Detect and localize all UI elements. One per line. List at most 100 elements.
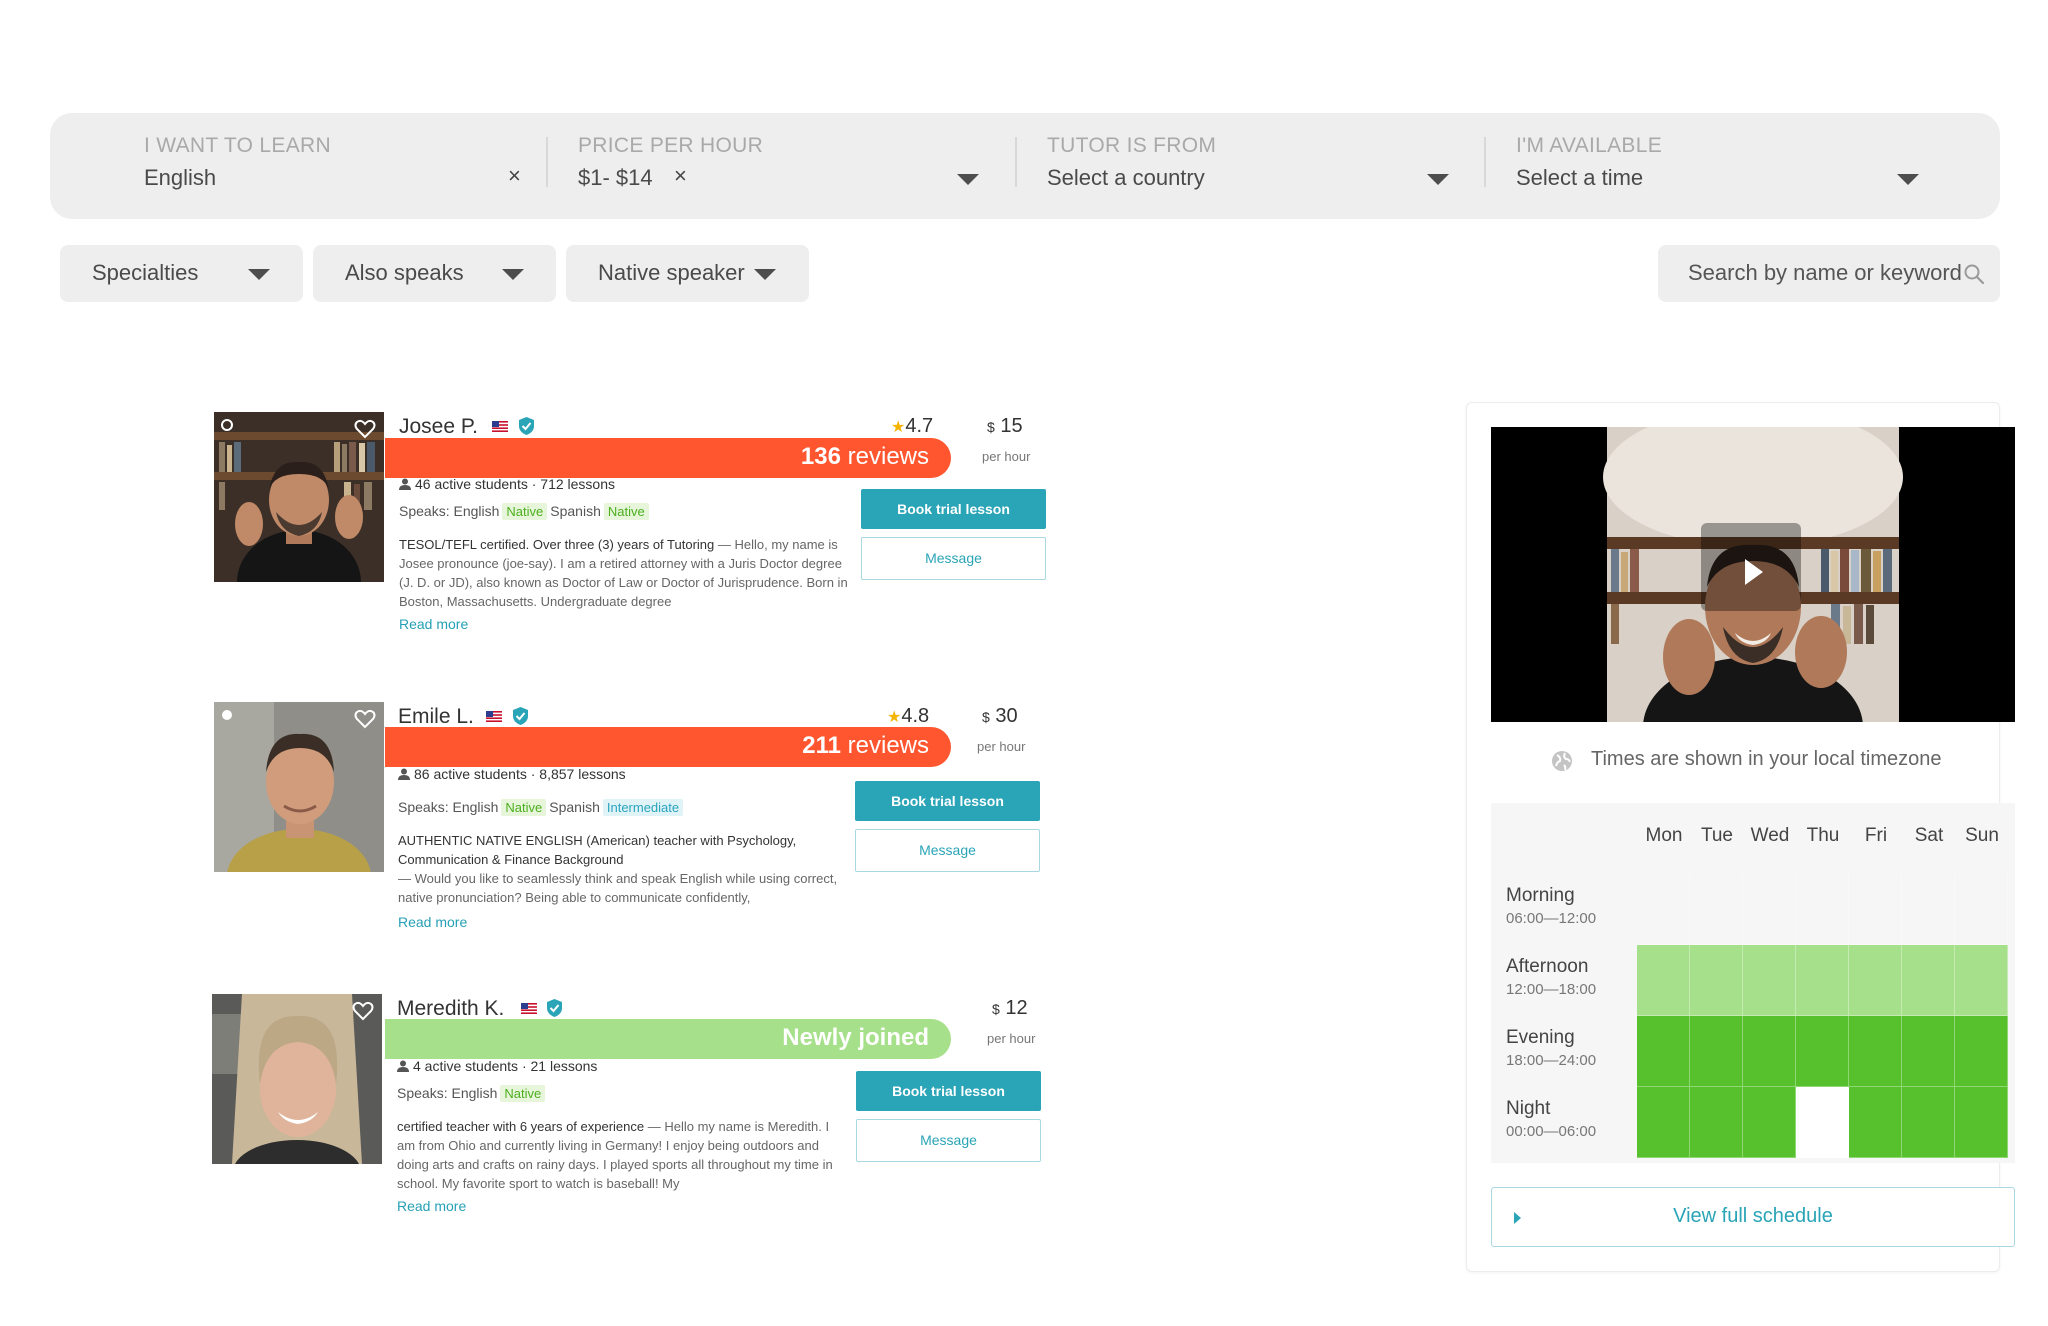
us-flag-icon (492, 421, 508, 432)
native-speaker-label: Native speaker (598, 260, 745, 285)
us-flag-icon (521, 1003, 537, 1014)
globe-icon (1552, 751, 1572, 771)
read-more-link[interactable]: Read more (399, 616, 468, 632)
tutor-photo[interactable] (214, 702, 384, 872)
per-hour-label: per hour (977, 739, 1026, 754)
availability-cell (1690, 1016, 1743, 1087)
favorite-heart-icon[interactable] (354, 419, 376, 439)
tutor-name[interactable]: Meredith K. (397, 997, 504, 1021)
per-hour-label: per hour (987, 1031, 1036, 1046)
speaks-languages: Speaks: English Native Spanish Intermediate (398, 799, 686, 816)
filter-bar: I WANT TO LEARN English × PRICE PER HOUR… (50, 113, 2000, 219)
availability-filter[interactable]: I'M AVAILABLE Select a time (1486, 113, 1956, 219)
day-header: Sun (1965, 825, 1999, 846)
read-more-link[interactable]: Read more (398, 914, 467, 930)
message-button[interactable]: Message (861, 537, 1046, 580)
clear-price-icon[interactable]: × (674, 163, 687, 189)
day-header: Sat (1914, 825, 1944, 846)
play-icon[interactable] (1743, 557, 1765, 587)
search-input[interactable]: Search by name or keyword (1658, 245, 2000, 302)
price-filter-value[interactable]: $1- $14 (578, 165, 653, 191)
availability-cell (1849, 945, 1902, 1016)
price: $ 15 (987, 415, 1023, 437)
specialties-dropdown[interactable]: Specialties (60, 245, 303, 302)
price: $ 12 (992, 997, 1028, 1019)
availability-cell (1796, 1016, 1849, 1087)
availability-cell (1955, 945, 2008, 1016)
availability-cell (1637, 945, 1690, 1016)
chevron-down-icon (248, 269, 270, 280)
tutor-stats: 46 active students · 712 lessons (399, 476, 615, 492)
tutor-card[interactable]: Josee P. 136 reviews ★4.7 $ 15 per hour … (210, 412, 1050, 652)
day-header: Fri (1864, 825, 1888, 846)
country-filter-value[interactable]: Select a country (1047, 165, 1205, 191)
speaks-languages: Speaks: English Native (397, 1085, 548, 1102)
learn-filter[interactable]: I WANT TO LEARN English × (50, 113, 545, 219)
availability-schedule: Mon Tue Wed Thu Fri Sat Sun Morning 06:0… (1491, 803, 2015, 1163)
tutor-name[interactable]: Josee P. (399, 415, 478, 439)
book-trial-lesson-button[interactable]: Book trial lesson (861, 489, 1046, 529)
intro-video[interactable] (1491, 427, 2015, 722)
native-speaker-dropdown[interactable]: Native speaker (566, 245, 809, 302)
slot-time: 00:00—06:00 (1506, 1123, 1597, 1140)
rating: ★4.8 (887, 705, 930, 727)
also-speaks-dropdown[interactable]: Also speaks (313, 245, 556, 302)
chevron-down-icon[interactable] (1427, 174, 1449, 185)
clear-language-icon[interactable]: × (508, 163, 521, 189)
tutor-card[interactable]: Meredith K. Newly joined $ 12 per hour 4… (210, 994, 1050, 1234)
person-icon (398, 768, 410, 780)
availability-cell (1955, 874, 2008, 945)
availability-cell (1637, 1087, 1690, 1158)
availability-filter-label: I'M AVAILABLE (1516, 134, 1663, 157)
search-placeholder[interactable]: Search by name or keyword (1688, 260, 1962, 286)
verified-badge-icon (547, 999, 562, 1017)
tutor-card[interactable]: Emile L. 211 reviews ★4.8 $ 30 per hour … (210, 702, 1050, 942)
availability-cell (1902, 945, 1955, 1016)
tutor-description: certified teacher with 6 years of experi… (397, 1119, 833, 1191)
day-header: Thu (1806, 825, 1840, 846)
level-badge: Native (501, 799, 547, 816)
availability-filter-value[interactable]: Select a time (1516, 165, 1643, 191)
view-full-schedule-button[interactable]: View full schedule (1491, 1187, 2015, 1247)
tutor-name[interactable]: Emile L. (398, 705, 474, 729)
availability-cell (1690, 874, 1743, 945)
message-button[interactable]: Message (856, 1119, 1041, 1162)
slot-name: Night (1506, 1098, 1551, 1119)
online-indicator-icon (222, 710, 232, 720)
availability-cell (1743, 874, 1796, 945)
verified-badge-icon (513, 707, 528, 725)
tutor-preview-panel: Times are shown in your local timezone M… (1466, 402, 2015, 1272)
favorite-heart-icon[interactable] (354, 709, 376, 729)
level-badge: Native (502, 503, 548, 520)
learn-filter-value[interactable]: English (144, 165, 216, 191)
availability-cell (1902, 1016, 1955, 1087)
country-filter-label: TUTOR IS FROM (1047, 134, 1217, 157)
read-more-link[interactable]: Read more (397, 1198, 466, 1214)
search-icon[interactable] (1963, 263, 1985, 285)
chevron-down-icon[interactable] (1897, 174, 1919, 185)
book-trial-lesson-button[interactable]: Book trial lesson (856, 1071, 1041, 1111)
tutor-photo[interactable] (214, 412, 384, 582)
reviews-banner: 211 reviews (385, 727, 951, 767)
country-filter[interactable]: TUTOR IS FROM Select a country (1017, 113, 1487, 219)
newly-joined-label: Newly joined (782, 1024, 929, 1051)
verified-badge-icon (519, 417, 534, 435)
level-badge: Intermediate (602, 799, 684, 816)
message-button[interactable]: Message (855, 829, 1040, 872)
availability-cell (1796, 945, 1849, 1016)
tutor-description: AUTHENTIC NATIVE ENGLISH (American) teac… (398, 833, 838, 905)
chevron-down-icon[interactable] (957, 174, 979, 185)
favorite-heart-icon[interactable] (352, 1001, 374, 1021)
per-hour-label: per hour (982, 449, 1031, 464)
book-trial-lesson-button[interactable]: Book trial lesson (855, 781, 1040, 821)
star-icon: ★ (887, 709, 902, 726)
availability-cell (1690, 945, 1743, 1016)
price-filter[interactable]: PRICE PER HOUR $1- $14 × (548, 113, 1018, 219)
price: $ 30 (982, 705, 1018, 727)
tutor-stats: 4 active students · 21 lessons (397, 1058, 597, 1074)
tutor-photo[interactable] (212, 994, 382, 1164)
chevron-down-icon (754, 269, 776, 280)
rating: ★4.7 (891, 415, 934, 437)
slot-time: 06:00—12:00 (1506, 910, 1597, 927)
star-icon: ★ (891, 419, 906, 436)
